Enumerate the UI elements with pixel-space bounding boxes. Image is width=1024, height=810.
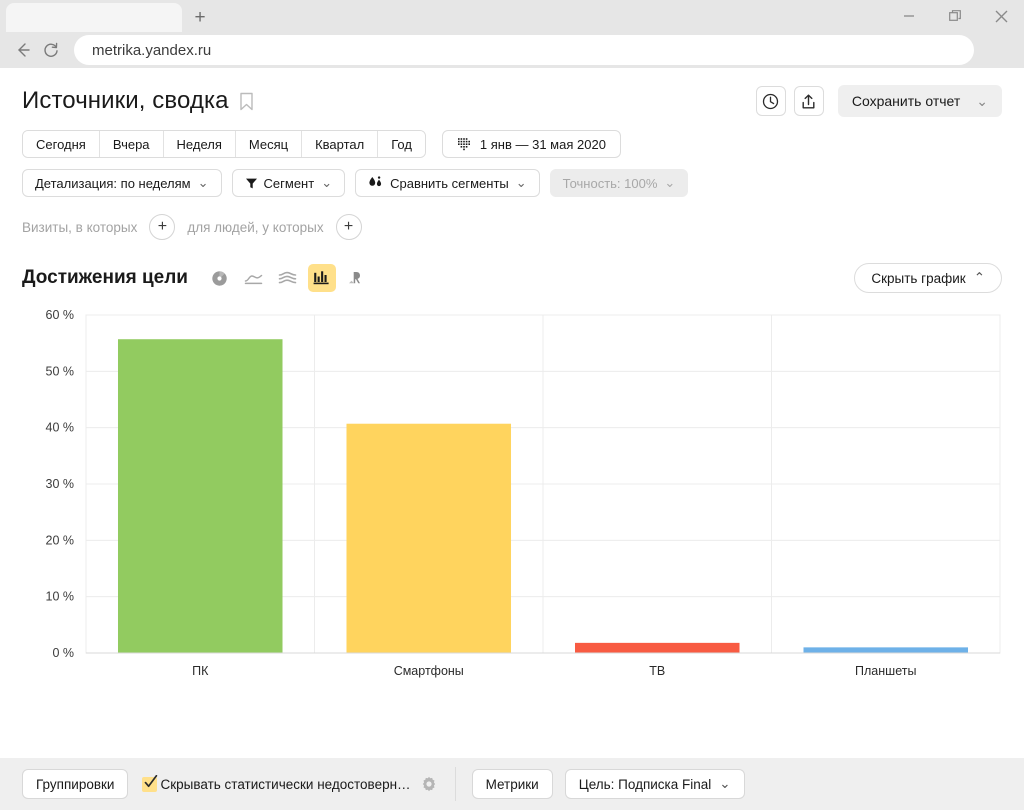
gear-icon[interactable] [421, 776, 437, 792]
chevron-down-icon: ⌄ [719, 776, 731, 791]
clock-icon[interactable] [755, 86, 786, 116]
bar-2[interactable] [346, 423, 512, 653]
accuracy-label: Точность: 100% [562, 175, 658, 191]
x-axis-tick-label: ПК [192, 664, 209, 678]
segment-dropdown[interactable]: Сегмент ⌄ [231, 169, 346, 197]
y-axis-tick-label: 40 % [46, 421, 75, 435]
browser-toolbar: metrika.yandex.ru [0, 32, 1024, 68]
period-week[interactable]: Неделя [163, 131, 236, 157]
tab-strip: + [0, 0, 1024, 32]
hide-chart-label: Скрыть график [871, 270, 966, 286]
address-bar-url: metrika.yandex.ru [92, 41, 212, 59]
metrics-button[interactable]: Метрики [471, 769, 553, 799]
compare-drops-icon [368, 176, 384, 190]
y-axis-tick-label: 0 % [52, 646, 74, 660]
pie-chart-icon[interactable] [206, 264, 234, 292]
window-controls [886, 0, 1024, 32]
filter-row: Детализация: по неделям ⌄ Сегмент ⌄ Срав… [22, 169, 1002, 197]
page-header: Источники, сводка Сохранить отчет ⌄ [22, 68, 1002, 120]
footer-divider [454, 767, 456, 801]
bar-4[interactable] [803, 647, 969, 653]
page-title: Источники, сводка [22, 87, 229, 114]
groupings-button[interactable]: Группировки [22, 769, 129, 799]
hide-chart-button[interactable]: Скрыть график ⌃ [854, 263, 1002, 293]
y-axis-tick-label: 50 % [46, 364, 75, 378]
hide-unreliable-checkbox[interactable] [142, 774, 158, 792]
period-button-group: Сегодня Вчера Неделя Месяц Квартал Год [22, 130, 426, 158]
chart-header: Достижения цели Скрыть график ⌃ [22, 261, 1002, 295]
chevron-up-icon: ⌃ [973, 270, 985, 285]
area-chart-icon[interactable] [274, 264, 302, 292]
hide-unreliable-checkbox-wrap[interactable]: Скрывать статистически недостоверн… [142, 774, 437, 792]
bar-chart[interactable]: 0 % 10 % 20 % 30 % 40 % 50 % 60 % ПК Смартфоны ТВ… [22, 305, 1002, 680]
detail-label: Детализация: по неделям [35, 175, 191, 191]
x-axis-tick-label: ТВ [649, 664, 665, 678]
chevron-down-icon: ⌄ [321, 175, 333, 190]
compare-segments-dropdown[interactable]: Сравнить сегменты ⌄ [355, 169, 540, 197]
x-axis-tick-label: Планшеты [855, 664, 916, 678]
y-axis-tick-label: 10 % [46, 590, 75, 604]
chart-area: 0 % 10 % 20 % 30 % 40 % 50 % 60 % ПК Смартфоны ТВ… [22, 305, 1002, 685]
reload-icon[interactable] [38, 37, 64, 63]
period-yesterday[interactable]: Вчера [99, 131, 164, 157]
chart-title: Достижения цели [22, 267, 188, 288]
report-footer: Группировки Скрывать статистически недос… [0, 758, 1024, 810]
chevron-down-icon: ⌄ [976, 92, 988, 109]
goal-dropdown[interactable]: Цель: Подписка Final ⌄ [564, 769, 745, 799]
period-today[interactable]: Сегодня [23, 131, 100, 157]
period-row: Сегодня Вчера Неделя Месяц Квартал Год 1… [22, 130, 1002, 158]
segment-label: Сегмент [263, 175, 315, 191]
add-people-condition-button[interactable]: + [335, 214, 362, 240]
visits-filter-row: Визиты, в которых + для людей, у которых… [22, 211, 1002, 243]
page-content: Источники, сводка Сохранить отчет ⌄ Сего… [0, 68, 1024, 810]
chevron-down-icon: ⌄ [515, 175, 527, 190]
browser-chrome: + metrika.yandex.ru [0, 0, 1024, 68]
address-bar[interactable]: metrika.yandex.ru [74, 35, 974, 65]
chevron-down-icon: ⌄ [664, 175, 676, 190]
visits-right-label: для людей, у которых [187, 219, 324, 235]
chevron-down-icon: ⌄ [197, 175, 209, 190]
accuracy-dropdown[interactable]: Точность: 100% ⌄ [549, 169, 689, 197]
new-tab-button[interactable]: + [186, 4, 214, 30]
bar-3[interactable] [574, 642, 740, 653]
line-chart-icon[interactable] [240, 264, 268, 292]
detail-dropdown[interactable]: Детализация: по неделям ⌄ [22, 169, 222, 197]
x-axis-tick-label: Смартфоны [394, 664, 464, 678]
hide-unreliable-label: Скрывать статистически недостоверн… [160, 776, 411, 792]
yandex-map-icon[interactable] [342, 264, 370, 292]
restore-icon[interactable] [932, 0, 978, 32]
visualization-switcher [206, 264, 376, 292]
back-arrow-icon[interactable] [10, 37, 36, 63]
groupings-label: Группировки [36, 776, 115, 792]
visits-left-label: Визиты, в которых [22, 219, 138, 235]
minimize-icon[interactable] [886, 0, 932, 32]
funnel-icon [245, 177, 258, 190]
add-visit-condition-button[interactable]: + [149, 214, 176, 240]
close-icon[interactable] [978, 0, 1024, 32]
share-icon[interactable] [793, 86, 824, 116]
date-range-label: 1 янв — 31 мая 2020 [479, 136, 606, 152]
y-axis-tick-label: 20 % [46, 533, 75, 547]
bar-1[interactable] [117, 339, 283, 653]
save-report-button[interactable]: Сохранить отчет ⌄ [837, 85, 1002, 117]
calendar-icon [457, 137, 471, 151]
y-axis-tick-label: 60 % [46, 308, 75, 322]
period-month[interactable]: Месяц [235, 131, 303, 157]
browser-tab[interactable] [6, 3, 182, 32]
save-report-label: Сохранить отчет [851, 93, 961, 109]
bookmark-icon[interactable] [239, 92, 254, 111]
bar-chart-icon[interactable] [307, 264, 336, 292]
metrics-label: Метрики [485, 776, 539, 792]
period-quarter[interactable]: Квартал [302, 131, 379, 157]
compare-segments-label: Сравнить сегменты [390, 175, 509, 191]
date-range-button[interactable]: 1 янв — 31 мая 2020 [441, 130, 621, 158]
period-year[interactable]: Год [378, 131, 425, 157]
goal-label: Цель: Подписка Final [578, 776, 712, 792]
y-axis-tick-label: 30 % [46, 477, 75, 491]
